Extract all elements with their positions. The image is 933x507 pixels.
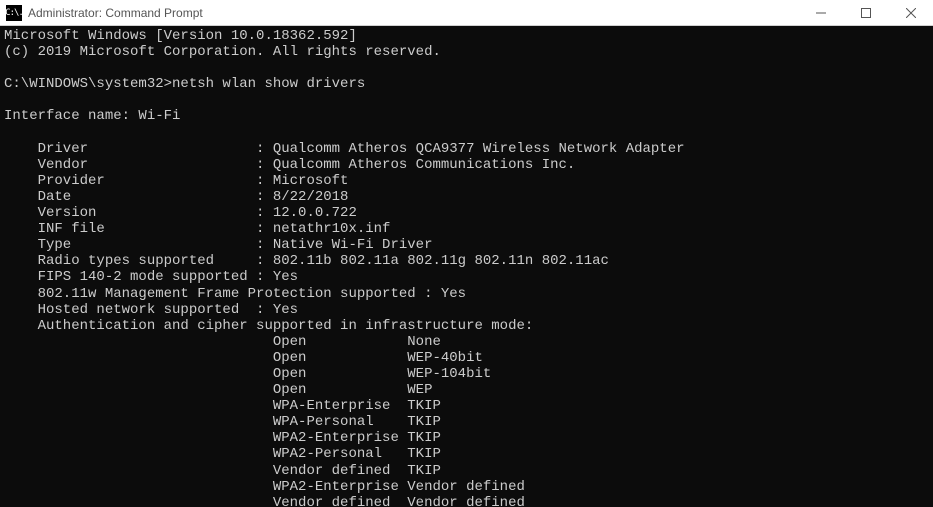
close-button[interactable] [888,0,933,25]
window-titlebar[interactable]: C:\. Administrator: Command Prompt [0,0,933,26]
window-title: Administrator: Command Prompt [28,6,798,20]
maximize-button[interactable] [843,0,888,25]
terminal-output[interactable]: Microsoft Windows [Version 10.0.18362.59… [0,26,933,507]
minimize-button[interactable] [798,0,843,25]
cmd-icon: C:\. [6,5,22,21]
window-controls [798,0,933,25]
